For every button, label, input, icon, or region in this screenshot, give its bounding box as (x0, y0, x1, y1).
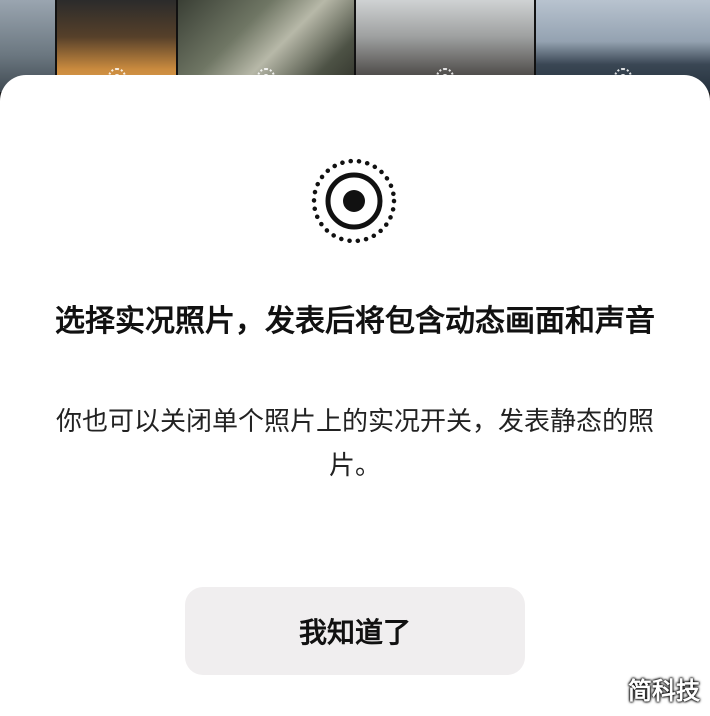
live-photo-dialog: 选择实况照片，发表后将包含动态画面和声音 你也可以关闭单个照片上的实况开关，发表… (0, 75, 710, 716)
watermark: 简科技 (628, 677, 700, 705)
dialog-description: 你也可以关闭单个照片上的实况开关，发表静态的照片。 (55, 407, 654, 481)
dialog-title: 选择实况照片，发表后将包含动态画面和声音 (55, 304, 655, 339)
live-photo-icon (311, 158, 397, 244)
screen: 选择实况照片，发表后将包含动态画面和声音 你也可以关闭单个照片上的实况开关，发表… (0, 0, 710, 716)
got-it-button[interactable]: 我知道了 (185, 587, 525, 675)
